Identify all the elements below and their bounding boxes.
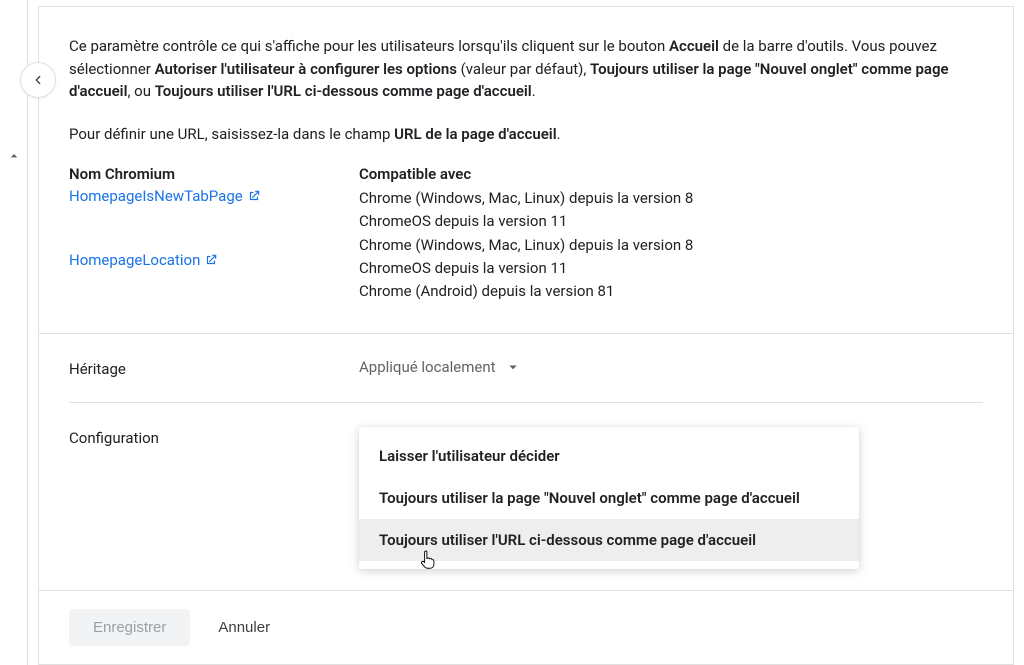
compat-line: Chrome (Windows, Mac, Linux) depuis la v… [359,187,983,210]
inheritance-row: Héritage Appliqué localement [69,334,983,403]
cancel-button[interactable]: Annuler [218,619,270,636]
compat-line: Chrome (Windows, Mac, Linux) depuis la v… [359,234,983,257]
cursor-pointer-icon [419,549,437,575]
compat-line: ChromeOS depuis la version 11 [359,257,983,280]
description-paragraph-2: Pour définir une URL, saisissez-la dans … [69,123,983,146]
inheritance-label: Héritage [69,358,359,378]
policy-link-homepage-new-tab[interactable]: HomepageIsNewTabPage [69,187,261,205]
config-option-let-user-decide[interactable]: Laisser l'utilisateur décider [359,435,859,477]
policy-link-homepage-location[interactable]: HomepageLocation [69,251,218,269]
settings-section: Héritage Appliqué localement Configurati… [39,334,1013,593]
configuration-dropdown: Laisser l'utilisateur décider Toujours u… [359,427,859,569]
configuration-label: Configuration [69,427,359,447]
description-paragraph-1: Ce paramètre contrôle ce qui s'affiche p… [69,35,983,103]
inheritance-select[interactable]: Appliqué localement [359,358,522,376]
external-link-icon [247,189,261,203]
inheritance-value: Appliqué localement [359,358,496,376]
actions-bar: Enregistrer Annuler [39,590,1013,664]
compat-line: ChromeOS depuis la version 11 [359,210,983,233]
description-section: Ce paramètre contrôle ce qui s'affiche p… [39,7,1013,334]
config-option-new-tab-page[interactable]: Toujours utiliser la page "Nouvel onglet… [359,477,859,519]
external-link-icon [204,253,218,267]
chevron-up-icon [6,148,22,168]
policy-link-label: HomepageLocation [69,251,200,269]
dropdown-arrow-icon [504,358,522,376]
left-rail [0,0,28,665]
chromium-name-header: Nom Chromium [69,165,359,183]
compatible-with-header: Compatible avec [359,165,983,183]
config-option-url-below[interactable]: Toujours utiliser l'URL ci-dessous comme… [359,519,859,561]
compat-line: Chrome (Android) depuis la version 81 [359,280,983,303]
policy-info-grid: Nom Chromium HomepageIsNewTabPage Homepa… [69,165,983,303]
policy-link-label: HomepageIsNewTabPage [69,187,243,205]
collapse-panel-button[interactable] [20,62,56,98]
save-button[interactable]: Enregistrer [69,609,190,646]
configuration-row: Configuration Laisser l'utilisateur déci… [69,403,983,593]
policy-detail-panel: Ce paramètre contrôle ce qui s'affiche p… [38,6,1014,665]
